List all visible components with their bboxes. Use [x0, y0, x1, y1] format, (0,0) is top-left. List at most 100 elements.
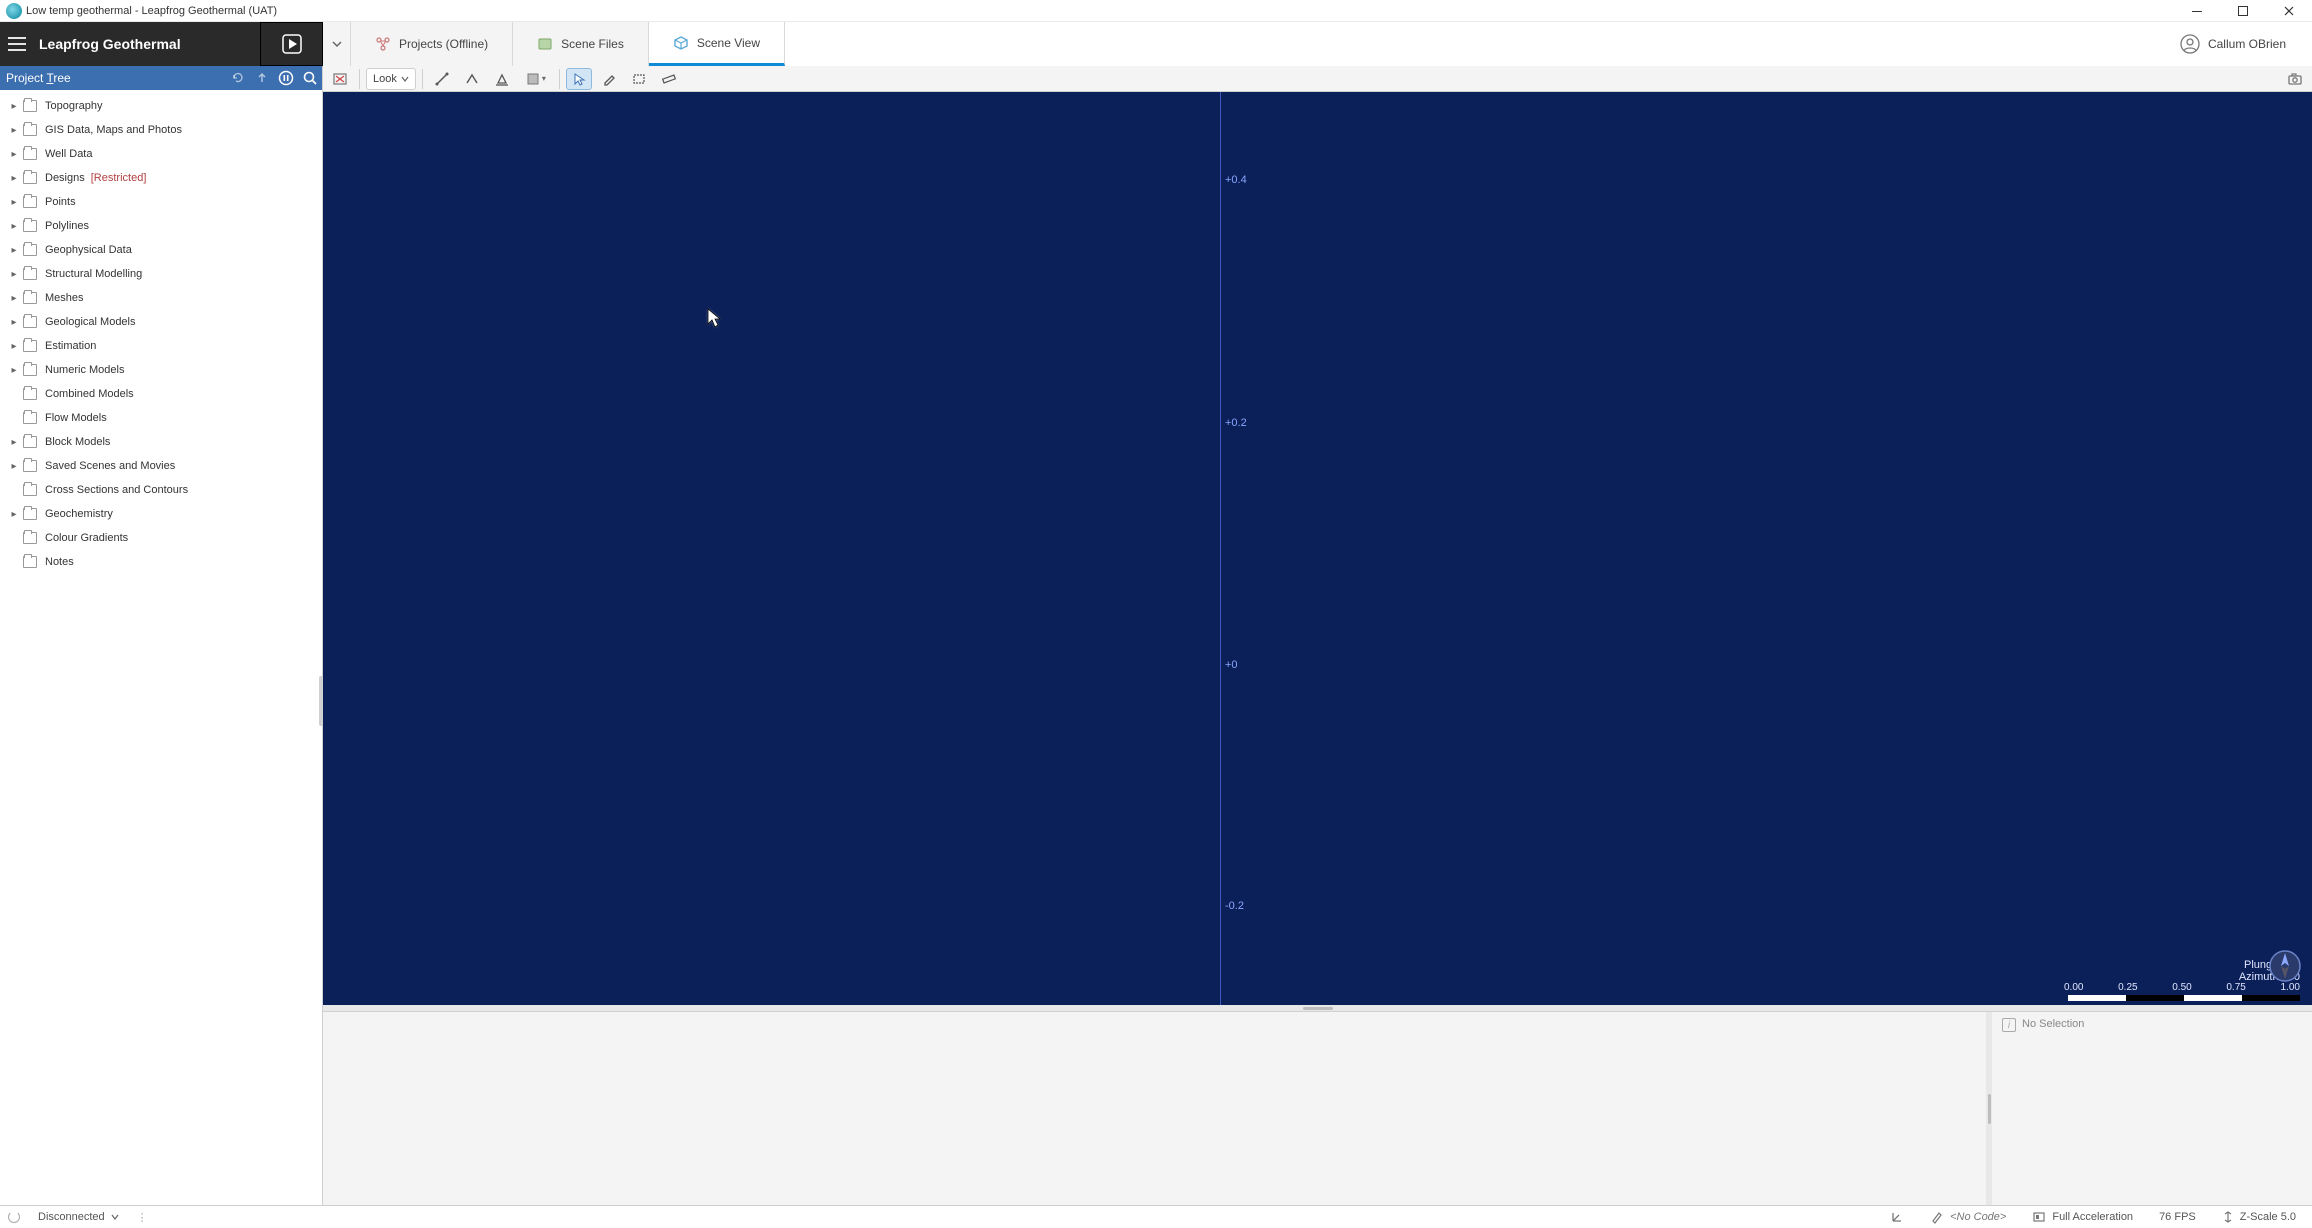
tree-item[interactable]: ▸Block Models: [0, 430, 322, 454]
no-selection-label: No Selection: [2022, 1018, 2084, 1030]
expander-icon[interactable]: ▸: [8, 100, 20, 112]
acceleration-status[interactable]: Full Acceleration: [2024, 1210, 2141, 1224]
project-tree-list: ▸Topography▸GIS Data, Maps and Photos▸We…: [0, 90, 322, 574]
tree-item[interactable]: ▸Polylines: [0, 214, 322, 238]
tab-projects[interactable]: Projects (Offline): [351, 22, 513, 66]
slicer-button[interactable]: [489, 68, 515, 90]
select-tool-button[interactable]: [566, 68, 592, 90]
minimize-button[interactable]: [2174, 0, 2220, 22]
axis-tick-0: +0.4: [1225, 174, 1247, 186]
tree-pause-button[interactable]: [274, 66, 298, 90]
connection-icon: [8, 1211, 20, 1223]
zscale-status[interactable]: Z-Scale 5.0: [2214, 1210, 2304, 1224]
tree-item[interactable]: ▸Geochemistry: [0, 502, 322, 526]
tree-item[interactable]: ▸Geological Models: [0, 310, 322, 334]
tree-item[interactable]: ▸ Estimation: [0, 334, 322, 358]
expander-icon[interactable]: ▸: [8, 220, 20, 232]
tree-search-button[interactable]: [298, 66, 322, 90]
compass-icon[interactable]: [2268, 949, 2302, 983]
tree-item[interactable]: ▸Topography: [0, 94, 322, 118]
folder-icon: [23, 532, 37, 544]
fps-status[interactable]: 76 FPS: [2151, 1211, 2204, 1223]
tree-item[interactable]: ▸ Numeric Models: [0, 358, 322, 382]
tree-item[interactable]: ▸Flow Models: [0, 406, 322, 430]
sidebar: Project Tree ▸Topography▸GIS Data, Maps …: [0, 66, 323, 1205]
user-name: Callum OBrien: [2208, 37, 2286, 51]
expander-icon[interactable]: ▸: [8, 316, 20, 328]
folder-icon: [23, 460, 37, 472]
window-title: Low temp geothermal - Leapfrog Geotherma…: [26, 5, 277, 17]
projects-icon: [375, 36, 391, 52]
tree-item[interactable]: ▸ Combined Models: [0, 382, 322, 406]
scale-tick-labels: 0.00 0.25 0.50 0.75 1.00: [2064, 982, 2300, 993]
expander-icon[interactable]: ▸: [8, 340, 20, 352]
tree-item[interactable]: ▸Meshes: [0, 286, 322, 310]
tree-item[interactable]: ▸ Colour Gradients: [0, 526, 322, 550]
expander-icon: ▸: [8, 388, 20, 400]
expander-icon[interactable]: ▸: [8, 172, 20, 184]
tree-item-label: Numeric Models: [45, 364, 124, 376]
tree-item-label: Estimation: [45, 340, 96, 352]
app-icon: [6, 3, 22, 19]
folder-icon: [23, 556, 37, 568]
user-block[interactable]: Callum OBrien: [2180, 22, 2312, 66]
expander-icon[interactable]: ▸: [8, 508, 20, 520]
clear-scene-button[interactable]: [327, 68, 353, 90]
tree-item[interactable]: ▸Designs[Restricted]: [0, 166, 322, 190]
expander-icon[interactable]: ▸: [8, 124, 20, 136]
tree-item-label: Geophysical Data: [45, 244, 132, 256]
folder-icon: [23, 484, 37, 496]
scene-viewport[interactable]: +0.4 +0.2 +0 -0.2 Plunge +04 Azimuth 030…: [323, 92, 2312, 1005]
folder-icon: [23, 100, 37, 112]
run-dropdown[interactable]: [323, 22, 351, 66]
bounding-box-dropdown[interactable]: ▾: [519, 68, 553, 90]
connection-status[interactable]: Disconnected: [30, 1211, 127, 1223]
expander-icon[interactable]: ▸: [8, 292, 20, 304]
expander-icon[interactable]: ▸: [8, 268, 20, 280]
tab-scene-view-label: Scene View: [697, 36, 760, 50]
shape-list-panel[interactable]: [323, 1012, 1986, 1205]
expander-icon: ▸: [8, 532, 20, 544]
look-dropdown[interactable]: Look: [366, 68, 416, 90]
tree-item[interactable]: ▸Cross Sections and Contours: [0, 478, 322, 502]
folder-icon: [23, 436, 37, 448]
maximize-button[interactable]: [2220, 0, 2266, 22]
ruler-button[interactable]: [656, 68, 682, 90]
brand-label: Leapfrog Geothermal: [33, 22, 260, 66]
expander-icon[interactable]: ▸: [8, 436, 20, 448]
vertical-axis: [1220, 92, 1221, 1005]
tree-item[interactable]: ▸GIS Data, Maps and Photos: [0, 118, 322, 142]
axis-marker-button[interactable]: [1882, 1210, 1912, 1224]
tree-item-label: Combined Models: [45, 388, 134, 400]
tree-item[interactable]: ▸Notes: [0, 550, 322, 574]
run-button[interactable]: [260, 22, 323, 66]
expander-icon[interactable]: ▸: [8, 244, 20, 256]
folder-icon: [23, 124, 37, 136]
expander-icon[interactable]: ▸: [8, 148, 20, 160]
mouse-cursor: [707, 308, 721, 328]
draw-line-button[interactable]: [429, 68, 455, 90]
screenshot-button[interactable]: [2282, 68, 2308, 90]
code-status[interactable]: <No Code>: [1922, 1210, 2014, 1224]
tree-item[interactable]: ▸Points: [0, 190, 322, 214]
tab-scene-files[interactable]: Scene Files: [513, 22, 649, 66]
tree-item-label: Colour Gradients: [45, 532, 128, 544]
lower-panel: i No Selection: [323, 1011, 2312, 1205]
draw-plane-button[interactable]: [459, 68, 485, 90]
expander-icon[interactable]: ▸: [8, 364, 20, 376]
tree-item[interactable]: ▸ Structural Modelling: [0, 262, 322, 286]
tree-item-label: Structural Modelling: [45, 268, 142, 280]
menu-button[interactable]: [0, 22, 33, 66]
tree-up-button[interactable]: [250, 66, 274, 90]
tree-item[interactable]: ▸Saved Scenes and Movies: [0, 454, 322, 478]
edit-tool-button[interactable]: [596, 68, 622, 90]
expander-icon[interactable]: ▸: [8, 196, 20, 208]
close-button[interactable]: [2266, 0, 2312, 22]
rectangle-select-button[interactable]: [626, 68, 652, 90]
tree-item[interactable]: ▸ Geophysical Data: [0, 238, 322, 262]
tree-refresh-button[interactable]: [226, 66, 250, 90]
expander-icon[interactable]: ▸: [8, 460, 20, 472]
tab-scene-view[interactable]: Scene View: [649, 22, 785, 66]
tree-item[interactable]: ▸Well Data: [0, 142, 322, 166]
folder-icon: [23, 172, 37, 184]
